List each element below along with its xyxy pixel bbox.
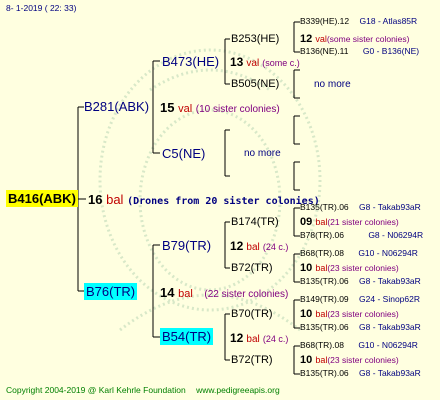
node-b54-info: 12 bal (24 c.): [230, 332, 288, 345]
b505-nomore: no more: [314, 79, 351, 90]
b72b-sis: (23 sister colonies): [327, 355, 399, 365]
b68a-tail: G10 - N06294R: [358, 248, 418, 258]
b149-tail: G24 - Sinop62R: [359, 294, 420, 304]
b174-bal: bal: [315, 217, 328, 227]
b72b-bal: bal: [315, 355, 328, 365]
b70-num: 10: [300, 308, 313, 320]
root-info: 16 bal (Drones from 20 sister colonies): [88, 193, 320, 207]
b70-bal: bal: [315, 309, 328, 319]
node-b68-b[interactable]: B68(TR).08 G10 - N06294R: [300, 341, 418, 350]
b135b-tail: G8 - Takab93aR: [359, 276, 421, 286]
b79-num: 12: [230, 239, 244, 253]
b473-val: val: [246, 58, 260, 69]
b135d-tail: G8 - Takab93aR: [359, 368, 421, 378]
b76-num: 14: [160, 285, 175, 300]
b281-sis: (10 sister colonies): [195, 104, 280, 115]
node-b76[interactable]: B76(TR): [84, 283, 138, 300]
node-b76-info: 14 bal (22 sister colonies): [160, 286, 288, 300]
b135c-name: B135(TR).06: [300, 322, 349, 332]
root-name: B416(ABK): [6, 190, 78, 207]
b54-bal: bal: [246, 334, 260, 345]
node-b78[interactable]: B78(TR).06 G8 - N06294R: [300, 231, 423, 240]
root-drones: (Drones from 20 sister colonies): [127, 196, 320, 207]
b54-num: 12: [230, 331, 244, 345]
b72a-bal: bal: [315, 263, 328, 273]
node-b473-info: 13 val (some c.): [230, 56, 300, 69]
b54-name: B54(TR): [160, 328, 214, 345]
node-b253[interactable]: B253(HE): [231, 34, 279, 45]
c5-nomore: no more: [244, 148, 281, 159]
node-b72b-info: 10 bal(23 sister colonies): [300, 355, 399, 366]
node-b135-c[interactable]: B135(TR).06 G8 - Takab93aR: [300, 323, 421, 332]
b135c-tail: G8 - Takab93aR: [359, 322, 421, 332]
b79-bal: bal: [246, 242, 260, 253]
b174-num: 09: [300, 216, 313, 228]
b253-sis: (some sister colonies): [326, 34, 410, 44]
b135a-tail: G8 - Takab93aR: [359, 202, 421, 212]
node-b68-a[interactable]: B68(TR).08 G10 - N06294R: [300, 249, 418, 258]
node-b505[interactable]: B505(NE): [231, 79, 279, 90]
b135b-name: B135(TR).06: [300, 276, 349, 286]
b473-sis: (some c.): [262, 58, 300, 68]
b78-tail: G8 - N06294R: [368, 230, 424, 240]
b72a-num: 10: [300, 262, 313, 274]
pedigree-chart: 8- 1-2019 ( 22: 33) B416(ABK) 16 bal (Dr…: [0, 0, 440, 400]
b281-num: 15: [160, 100, 175, 115]
b281-val: val: [178, 103, 193, 115]
root-queen[interactable]: B416(ABK): [6, 190, 78, 207]
node-b72a-info: 10 bal(23 sister colonies): [300, 263, 399, 274]
node-b72-a[interactable]: B72(TR): [231, 263, 273, 274]
footer-copyright: Copyright 2004-2019 @ Karl Kehrle Founda…: [6, 385, 186, 395]
b135d-name: B135(TR).06: [300, 368, 349, 378]
footer: Copyright 2004-2019 @ Karl Kehrle Founda…: [6, 386, 280, 395]
root-bal: bal: [106, 192, 124, 207]
b54-sis: (24 c.): [262, 334, 289, 344]
node-b174[interactable]: B174(TR): [231, 217, 279, 228]
node-b281[interactable]: B281(ABK): [84, 100, 149, 113]
node-b473[interactable]: B473(HE): [162, 55, 219, 68]
node-b135-a[interactable]: B135(TR).06 G8 - Takab93aR: [300, 203, 421, 212]
b70-sis: (23 sister colonies): [327, 309, 399, 319]
b253-val: val: [315, 34, 327, 44]
b68b-tail: G10 - N06294R: [358, 340, 418, 350]
node-b149[interactable]: B149(TR).09 G24 - Sinop62R: [300, 295, 420, 304]
b68a-name: B68(TR).08: [300, 248, 344, 258]
b76-sis: (22 sister colonies): [204, 289, 289, 300]
header-date: 8- 1-2019 ( 22: 33): [6, 3, 77, 13]
b253-num: 12: [300, 33, 313, 45]
b76-bal: bal: [178, 288, 193, 300]
b79-sis: (24 c.): [262, 242, 289, 252]
b149-name: B149(TR).09: [300, 294, 349, 304]
node-b253-info: 12 val(some sister colonies): [300, 34, 410, 45]
b68b-name: B68(TR).08: [300, 340, 344, 350]
b339-tail: G18 - Atlas85R: [359, 16, 418, 26]
node-b72-b[interactable]: B72(TR): [231, 355, 273, 366]
root-num: 16: [88, 192, 103, 207]
node-b79[interactable]: B79(TR): [162, 239, 211, 252]
b76-name: B76(TR): [84, 283, 138, 300]
b72b-num: 10: [300, 354, 313, 366]
b135a-name: B135(TR).06: [300, 202, 349, 212]
node-b339[interactable]: B339(HE).12 G18 - Atlas85R: [300, 17, 417, 26]
node-b135-b[interactable]: B135(TR).06 G8 - Takab93aR: [300, 277, 421, 286]
node-b174-info: 09 bal(21 sister colonies): [300, 217, 399, 228]
node-b54[interactable]: B54(TR): [160, 328, 214, 345]
node-c5[interactable]: C5(NE): [162, 147, 205, 160]
b72a-sis: (23 sister colonies): [327, 263, 399, 273]
node-b70-info: 10 bal(23 sister colonies): [300, 309, 399, 320]
b136-tail: G0 - B136(NE): [362, 46, 420, 56]
b136-name: B136(NE).11: [300, 46, 349, 56]
node-b70[interactable]: B70(TR): [231, 309, 273, 320]
b78-name: B78(TR).06: [300, 230, 344, 240]
b339-name: B339(HE).12: [300, 16, 350, 26]
b174-sis: (21 sister colonies): [327, 217, 399, 227]
footer-url[interactable]: www.pedigreeapis.org: [196, 385, 280, 395]
b473-num: 13: [230, 55, 244, 69]
node-b281-info: 15 val (10 sister colonies): [160, 101, 280, 115]
node-b136[interactable]: B136(NE).11 G0 - B136(NE): [300, 47, 419, 56]
node-b79-info: 12 bal (24 c.): [230, 240, 288, 253]
node-b135-d[interactable]: B135(TR).06 G8 - Takab93aR: [300, 369, 421, 378]
